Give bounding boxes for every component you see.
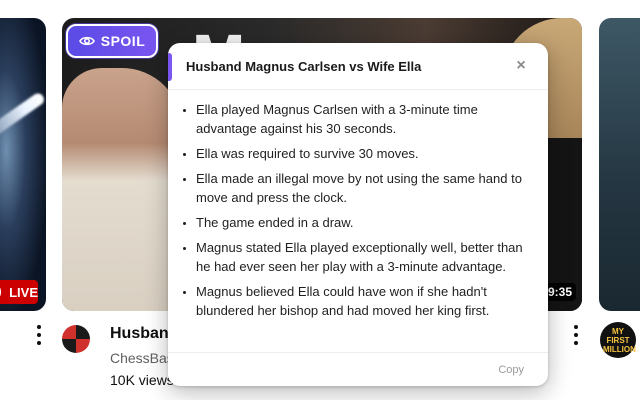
popup-footer: Copy <box>168 352 548 386</box>
summary-item: The game ended in a draw. <box>196 213 534 232</box>
right-channel-avatar[interactable]: MY FIRST MILLION <box>600 322 636 358</box>
live-dot-icon <box>0 287 2 297</box>
popup-accent-bar <box>168 53 172 81</box>
summary-item: Ella played Magnus Carlsen with a 3-minu… <box>196 100 534 138</box>
thumbnail-person-left <box>62 68 182 311</box>
summary-item: Ella made an illegal move by not using t… <box>196 169 534 207</box>
live-badge: LIVE <box>0 280 38 304</box>
video-views: 10K views <box>110 372 174 388</box>
left-video-more-button[interactable] <box>31 325 47 345</box>
main-video-more-button[interactable] <box>568 325 584 345</box>
close-icon[interactable]: × <box>512 57 530 75</box>
popup-header: Husband Magnus Carlsen vs Wife Ella × <box>168 43 548 90</box>
video-duration: 9:35 <box>544 283 577 301</box>
eye-icon <box>78 36 95 46</box>
right-channel-avatar-text: MY FIRST MILLION <box>603 326 636 354</box>
summary-item: Magnus believed Ella could have won if s… <box>196 282 534 320</box>
summary-list: Ella played Magnus Carlsen with a 3-minu… <box>168 90 548 320</box>
spoiler-summary-popup: Husband Magnus Carlsen vs Wife Ella × El… <box>168 43 548 386</box>
left-video-thumbnail[interactable] <box>0 18 46 311</box>
summary-item: Ella was required to survive 30 moves. <box>196 144 534 163</box>
channel-avatar[interactable] <box>62 325 90 353</box>
live-label: LIVE <box>9 284 38 300</box>
channel-name[interactable]: ChessBas <box>110 350 174 366</box>
summary-item: Magnus stated Ella played exceptionally … <box>196 238 534 276</box>
spoil-button[interactable]: SPOIL <box>66 24 158 58</box>
popup-title: Husband Magnus Carlsen vs Wife Ella <box>186 58 422 74</box>
spoil-button-label: SPOIL <box>100 33 146 49</box>
copy-button[interactable]: Copy <box>498 364 524 376</box>
light-streak <box>0 91 46 147</box>
right-video-thumbnail[interactable] <box>599 18 640 311</box>
